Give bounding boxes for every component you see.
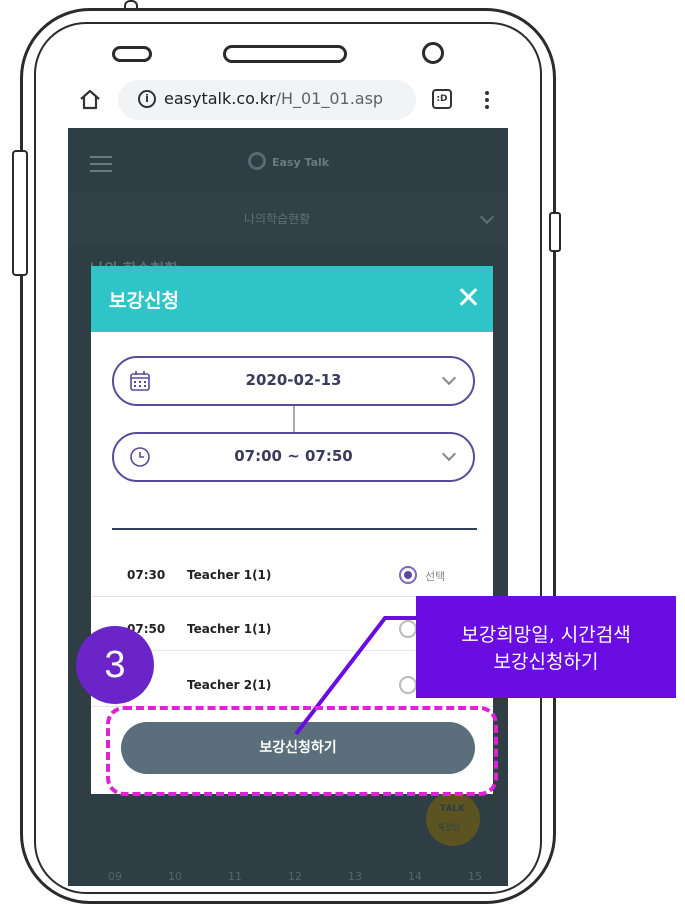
hamburger-menu-icon[interactable] — [90, 156, 112, 172]
power-button — [549, 212, 561, 252]
slot-radio[interactable] — [399, 676, 417, 694]
talk-label: TALK — [440, 804, 466, 814]
url-path: /H_01_01.asp — [275, 89, 384, 108]
callout-line: 보강희망일, 시간검색 — [461, 624, 631, 646]
talk-chat-button[interactable]: TALK 톡상담 — [426, 792, 480, 846]
home-icon[interactable] — [78, 88, 102, 110]
hour-label: 12 — [288, 870, 302, 883]
instruction-callout: 보강희망일, 시간검색 보강신청하기 — [416, 596, 676, 698]
slot-teacher: Teacher 1(1) — [187, 622, 272, 636]
step-badge: 3 — [76, 626, 154, 704]
slot-select-label: 선택 — [425, 570, 446, 583]
callout-line: 보강신청하기 — [493, 651, 599, 673]
close-icon[interactable] — [455, 284, 481, 310]
sensor-icon — [112, 46, 152, 62]
hour-label: 14 — [408, 870, 422, 883]
time-value: 07:00 ~ 07:50 — [234, 447, 353, 465]
site-info-icon[interactable]: i — [138, 90, 156, 108]
date-select[interactable]: 2020-02-13 — [112, 356, 475, 406]
hour-label: 10 — [168, 870, 182, 883]
highlight-box — [106, 706, 498, 796]
slot-teacher: Teacher 2(1) — [187, 678, 272, 692]
hour-label: 11 — [228, 870, 242, 883]
speaker-grille — [223, 45, 347, 63]
time-select[interactable]: 07:00 ~ 07:50 — [112, 432, 475, 482]
slot-radio[interactable] — [399, 620, 417, 638]
slot-radio[interactable] — [399, 566, 417, 584]
hour-label: 09 — [108, 870, 122, 883]
list-item[interactable]: 07:30 Teacher 1(1) 선택 — [91, 552, 493, 597]
list-divider — [112, 528, 477, 530]
field-connector — [293, 406, 295, 432]
modal-header: 보강신청 — [91, 266, 493, 332]
date-value: 2020-02-13 — [245, 371, 342, 389]
url-text[interactable]: easytalk.co.kr/H_01_01.asp — [164, 89, 383, 108]
section-nav-label: 나의학습현황 — [244, 212, 311, 226]
slot-time: 07:30 — [127, 568, 166, 582]
volume-button — [12, 150, 28, 276]
modal-title: 보강신청 — [109, 290, 179, 312]
tab-switcher-icon[interactable]: :D — [432, 89, 452, 109]
slot-teacher: Teacher 1(1) — [187, 568, 272, 582]
site-logo[interactable]: Easy Talk — [248, 150, 368, 174]
hour-axis: 09 10 11 12 13 14 15 — [108, 870, 488, 886]
front-camera — [422, 42, 444, 64]
hour-label: 13 — [348, 870, 362, 883]
logo-text: Easy Talk — [272, 156, 330, 169]
talk-sublabel: 톡상담 — [438, 823, 461, 832]
overflow-menu-icon[interactable] — [482, 88, 492, 112]
logo-mark — [248, 152, 266, 170]
hour-label: 15 — [468, 870, 482, 883]
url-host: easytalk.co.kr — [164, 89, 276, 108]
